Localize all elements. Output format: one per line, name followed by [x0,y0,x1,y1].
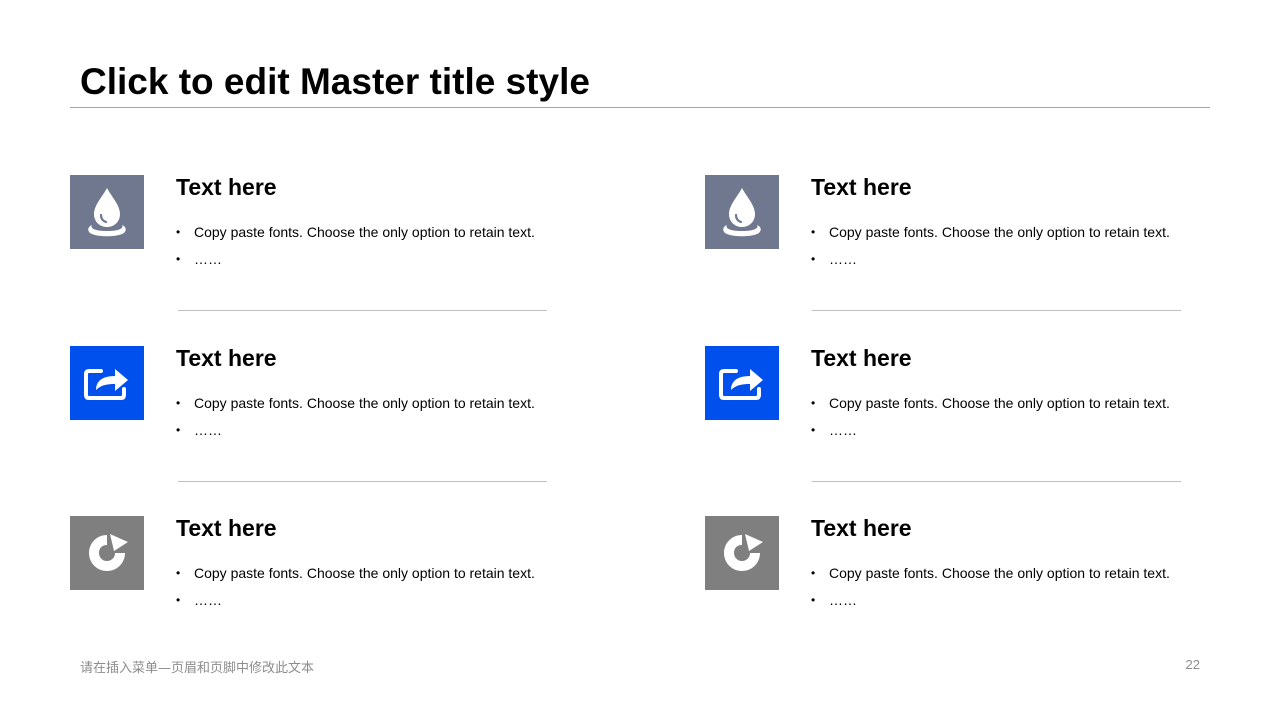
bullet-item[interactable]: …… [176,417,535,444]
water-drop-icon [705,175,779,249]
bullet-item[interactable]: Copy paste fonts. Choose the only option… [811,390,1170,417]
bullet-list: Copy paste fonts. Choose the only option… [176,560,535,614]
content-item[interactable]: Text here Copy paste fonts. Choose the o… [70,344,590,446]
water-drop-icon [70,175,144,249]
content-item[interactable]: Text here Copy paste fonts. Choose the o… [70,514,590,616]
refresh-icon [70,516,144,590]
bullet-list: Copy paste fonts. Choose the only option… [176,219,535,273]
item-divider [812,481,1181,482]
item-heading[interactable]: Text here [811,173,912,201]
content-item[interactable]: Text here Copy paste fonts. Choose the o… [705,344,1225,446]
item-divider [178,310,547,311]
bullet-item[interactable]: Copy paste fonts. Choose the only option… [176,390,535,417]
bullet-item[interactable]: …… [176,587,535,614]
slide-title[interactable]: Click to edit Master title style [80,60,590,104]
bullet-list: Copy paste fonts. Choose the only option… [176,390,535,444]
bullet-list: Copy paste fonts. Choose the only option… [811,390,1170,444]
bullet-item[interactable]: …… [811,246,1170,273]
item-heading[interactable]: Text here [176,344,277,372]
bullet-item[interactable]: …… [176,246,535,273]
item-divider [178,481,547,482]
title-underline [70,107,1210,108]
bullet-item[interactable]: Copy paste fonts. Choose the only option… [811,219,1170,246]
share-icon [705,346,779,420]
bullet-item[interactable]: Copy paste fonts. Choose the only option… [176,219,535,246]
refresh-icon [705,516,779,590]
page-number: 22 [1185,657,1200,672]
content-item[interactable]: Text here Copy paste fonts. Choose the o… [705,514,1225,616]
item-heading[interactable]: Text here [176,514,277,542]
bullet-list: Copy paste fonts. Choose the only option… [811,560,1170,614]
item-heading[interactable]: Text here [176,173,277,201]
content-item[interactable]: Text here Copy paste fonts. Choose the o… [70,173,590,275]
bullet-item[interactable]: Copy paste fonts. Choose the only option… [176,560,535,587]
share-icon [70,346,144,420]
bullet-item[interactable]: …… [811,587,1170,614]
item-divider [812,310,1181,311]
bullet-item[interactable]: …… [811,417,1170,444]
bullet-item[interactable]: Copy paste fonts. Choose the only option… [811,560,1170,587]
item-heading[interactable]: Text here [811,344,912,372]
footer-text[interactable]: 请在插入菜单—页眉和页脚中修改此文本 [80,657,314,676]
item-heading[interactable]: Text here [811,514,912,542]
content-item[interactable]: Text here Copy paste fonts. Choose the o… [705,173,1225,275]
bullet-list: Copy paste fonts. Choose the only option… [811,219,1170,273]
